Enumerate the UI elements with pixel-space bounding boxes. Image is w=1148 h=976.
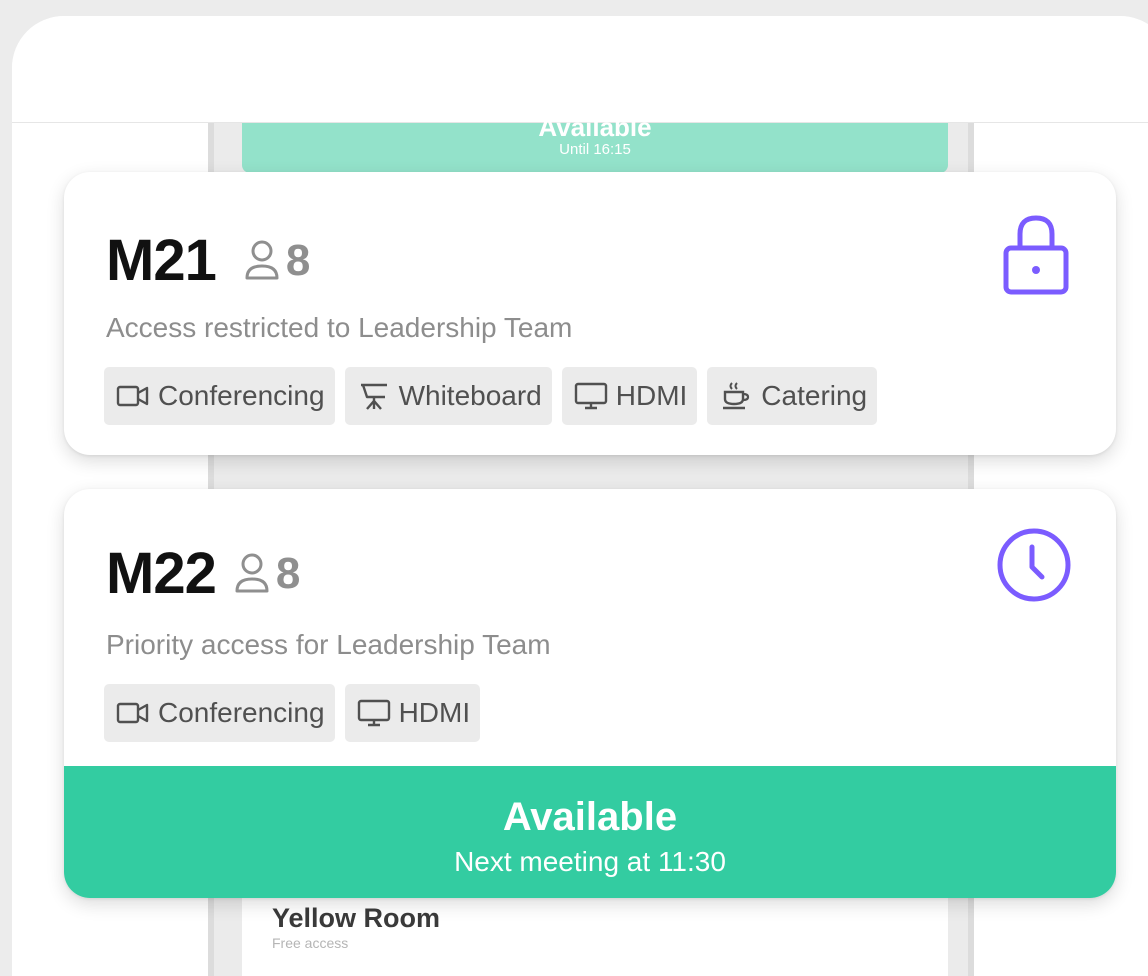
background-status-title: Available [538,112,652,142]
whiteboard-icon [360,383,387,410]
amenity-chip-conferencing: Conferencing [104,367,335,425]
background-status-subtitle: Until 16:15 [559,141,631,158]
availability-title: Available [502,795,678,839]
amenity-label: Whiteboard [398,380,542,411]
person-icon [235,553,269,593]
video-camera-icon [116,702,149,724]
monitor-icon [357,699,390,727]
coffee-cup-icon [723,382,750,410]
room-access-description: Access restricted to Leadership Team [106,312,573,343]
lock-icon[interactable] [998,210,1074,298]
availability-bar[interactable]: Available Next meeting at 11:30 [64,766,1116,898]
room-title-row: M22 8 [106,539,300,609]
amenity-chip-conferencing: Conferencing [104,684,335,742]
room-title-row: M21 8 [106,226,310,296]
amenity-chip-catering: Catering [707,367,878,425]
amenity-label: HDMI [398,697,471,728]
amenity-list: Conferencing Whiteboard HDMI Catering [104,367,878,425]
monitor-icon [574,382,607,410]
amenity-chip-hdmi: HDMI [344,684,481,742]
capacity-count: 8 [285,236,311,285]
room-name: M22 [106,541,217,606]
room-card-m22[interactable]: M22 8 Priority access for Leadership Tea… [64,489,1116,898]
amenity-label: Conferencing [158,380,325,411]
room-capacity: 8 [242,236,310,286]
room-name: M21 [106,228,217,293]
amenity-list: Conferencing HDMI [104,684,481,742]
background-room-access: Free access [272,935,349,951]
amenity-label: Catering [761,380,868,411]
background-status-bar: Available Until 16:15 [242,114,948,173]
video-camera-icon [116,385,149,407]
availability-subtitle: Next meeting at 11:30 [454,846,726,877]
room-access-description: Priority access for Leadership Team [106,629,551,660]
person-icon [245,240,279,280]
amenity-chip-hdmi: HDMI [561,367,698,425]
background-room-card: Yellow Room Free access [242,891,948,976]
background-room-name: Yellow Room [272,903,441,933]
amenity-chip-whiteboard: Whiteboard [344,367,552,425]
room-card-m21[interactable]: M21 8 Access restricted to Leadership Te… [64,172,1116,455]
clock-icon[interactable] [994,525,1074,605]
room-capacity: 8 [232,549,300,599]
amenity-label: Conferencing [158,697,325,728]
panel-header [12,16,1148,123]
capacity-count: 8 [275,549,301,598]
amenity-label: HDMI [615,380,688,411]
